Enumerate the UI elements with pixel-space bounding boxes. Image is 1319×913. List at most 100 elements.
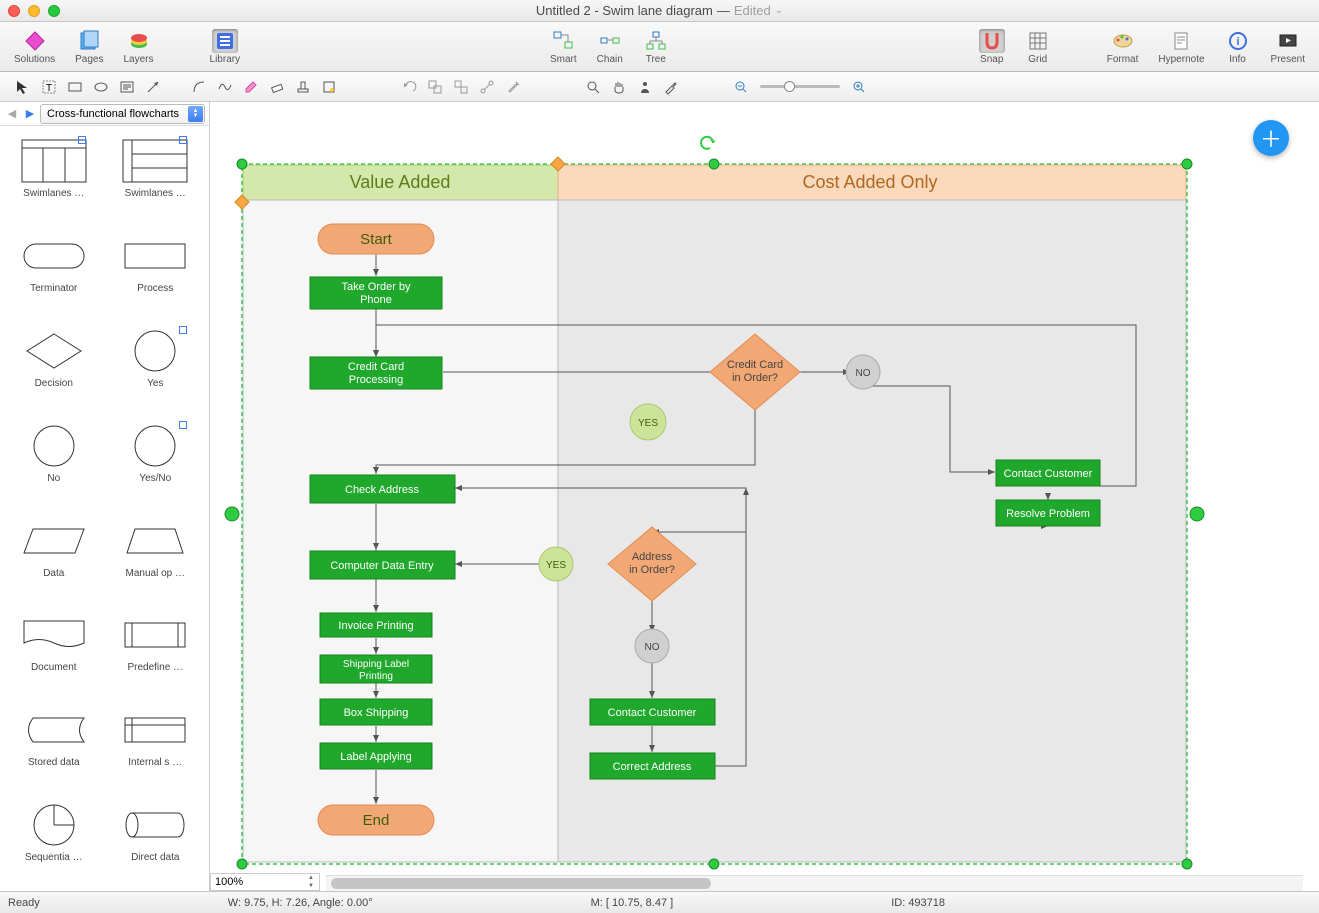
close-icon[interactable]	[8, 5, 20, 17]
stamp-tool-icon[interactable]	[292, 76, 314, 98]
main-toolbar: Solutions Pages Layers Library Smart Cha…	[0, 22, 1319, 72]
status-ready: Ready	[8, 897, 40, 909]
shape-swimlanes-[interactable]: Swimlanes …	[108, 132, 204, 221]
add-fab-button[interactable]: ＋	[1253, 120, 1289, 156]
svg-text:YES: YES	[546, 560, 566, 571]
eraser-tool-icon[interactable]	[266, 76, 288, 98]
horizontal-scrollbar[interactable]	[326, 875, 1303, 891]
canvas[interactable]: Value Added Cost Added Only	[210, 102, 1319, 891]
eyedropper-tool-icon[interactable]	[660, 76, 682, 98]
svg-text:Credit Card: Credit Card	[727, 359, 783, 371]
svg-text:Check Address: Check Address	[345, 484, 419, 496]
shape-decision[interactable]: Decision	[6, 322, 102, 411]
lib-back-icon[interactable]: ◀	[4, 106, 20, 122]
library-button[interactable]: Library	[206, 27, 245, 67]
ellipse-tool-icon[interactable]	[90, 76, 112, 98]
node-start: Start	[360, 231, 393, 248]
lane-1-title: Cost Added Only	[802, 172, 937, 192]
solutions-button[interactable]: Solutions	[10, 27, 59, 67]
spline-tool-icon[interactable]	[214, 76, 236, 98]
titlebar: Untitled 2 - Swim lane diagram — Edited …	[0, 0, 1319, 22]
minimize-icon[interactable]	[28, 5, 40, 17]
curve-tool-icon[interactable]	[188, 76, 210, 98]
svg-text:Shipping Label: Shipping Label	[343, 659, 409, 670]
svg-text:Printing: Printing	[359, 671, 393, 682]
svg-text:Invoice Printing: Invoice Printing	[338, 620, 413, 632]
shape-manual-op-[interactable]: Manual op …	[108, 512, 204, 601]
shape-process[interactable]: Process	[108, 227, 204, 316]
line-tool-icon[interactable]	[142, 76, 164, 98]
info-button[interactable]: iInfo	[1221, 27, 1255, 67]
svg-text:Resolve Problem: Resolve Problem	[1006, 508, 1090, 520]
person-tool-icon[interactable]	[634, 76, 656, 98]
refresh-handle-icon[interactable]	[701, 137, 716, 149]
shapes-grid: Swimlanes …Swimlanes …TerminatorProcessD…	[0, 126, 209, 891]
connect-icon[interactable]	[476, 76, 498, 98]
status-id: ID: 493718	[891, 897, 945, 909]
library-selected-label: Cross-functional flowcharts	[47, 108, 179, 120]
svg-text:i: i	[1236, 36, 1239, 48]
status-bar: Ready W: 9.75, H: 7.26, Angle: 0.00° M: …	[0, 891, 1319, 913]
svg-text:Take Order by: Take Order by	[341, 281, 411, 293]
undo-icon[interactable]	[398, 76, 420, 98]
shape-predefine-[interactable]: Predefine …	[108, 606, 204, 695]
hand-tool-icon[interactable]	[608, 76, 630, 98]
group-icon[interactable]	[424, 76, 446, 98]
chain-button[interactable]: Chain	[593, 27, 627, 67]
svg-text:T: T	[46, 83, 52, 94]
title-menu-icon[interactable]: ⌄	[775, 5, 783, 16]
tool-strip: T	[0, 72, 1319, 102]
library-panel: ◀ ▶ Cross-functional flowcharts ▲▼ Swiml…	[0, 102, 210, 891]
grid-button[interactable]: Grid	[1021, 27, 1055, 67]
shape-terminator[interactable]: Terminator	[6, 227, 102, 316]
pages-button[interactable]: Pages	[71, 27, 107, 67]
svg-text:Address: Address	[632, 551, 673, 563]
zoom-icon[interactable]	[48, 5, 60, 17]
svg-text:End: End	[363, 812, 390, 829]
shape-document[interactable]: Document	[6, 606, 102, 695]
text-select-tool-icon[interactable]: T	[38, 76, 60, 98]
canvas-area: Value Added Cost Added Only	[210, 102, 1319, 891]
present-button[interactable]: Present	[1267, 27, 1309, 67]
svg-text:NO: NO	[645, 642, 660, 653]
svg-text:YES: YES	[638, 418, 658, 429]
ungroup-icon[interactable]	[450, 76, 472, 98]
zoom-in-icon[interactable]	[848, 76, 870, 98]
format-button[interactable]: Format	[1103, 27, 1143, 67]
zoom-out-icon[interactable]	[730, 76, 752, 98]
shape-yes-no[interactable]: Yes/No	[108, 417, 204, 506]
highlighter-tool-icon[interactable]	[240, 76, 262, 98]
snap-button[interactable]: Snap	[975, 27, 1009, 67]
hypernote-button[interactable]: Hypernote	[1154, 27, 1208, 67]
shape-sequentia-[interactable]: Sequentia …	[6, 796, 102, 885]
svg-text:Contact Customer: Contact Customer	[1004, 468, 1093, 480]
text-tool-icon[interactable]	[116, 76, 138, 98]
layers-button[interactable]: Layers	[120, 27, 158, 67]
library-selector[interactable]: Cross-functional flowcharts ▲▼	[40, 104, 205, 124]
svg-text:Computer Data Entry: Computer Data Entry	[330, 560, 434, 572]
zoom-input[interactable]: 100% ▲▼	[210, 873, 320, 891]
title-main: Untitled 2 - Swim lane diagram	[536, 3, 713, 18]
shape-no[interactable]: No	[6, 417, 102, 506]
shape-internal-s-[interactable]: Internal s …	[108, 701, 204, 790]
svg-text:Contact Customer: Contact Customer	[608, 707, 697, 719]
search-tool-icon[interactable]	[582, 76, 604, 98]
svg-text:in Order?: in Order?	[629, 564, 675, 576]
shape-data[interactable]: Data	[6, 512, 102, 601]
shape-swimlanes-[interactable]: Swimlanes …	[6, 132, 102, 221]
svg-text:NO: NO	[856, 368, 871, 379]
shape-direct-data[interactable]: Direct data	[108, 796, 204, 885]
title-state: Edited	[734, 3, 771, 18]
lib-fwd-icon[interactable]: ▶	[22, 106, 38, 122]
crop-tool-icon[interactable]	[318, 76, 340, 98]
status-dims: W: 9.75, H: 7.26, Angle: 0.00°	[228, 897, 373, 909]
zoom-slider[interactable]	[760, 85, 840, 88]
pointer-tool-icon[interactable]	[12, 76, 34, 98]
smart-button[interactable]: Smart	[546, 27, 581, 67]
diagram-svg[interactable]: Value Added Cost Added Only	[210, 102, 1310, 891]
shape-stored-data[interactable]: Stored data	[6, 701, 102, 790]
shape-yes[interactable]: Yes	[108, 322, 204, 411]
rect-tool-icon[interactable]	[64, 76, 86, 98]
wrench-icon[interactable]	[502, 76, 524, 98]
tree-button[interactable]: Tree	[639, 27, 673, 67]
